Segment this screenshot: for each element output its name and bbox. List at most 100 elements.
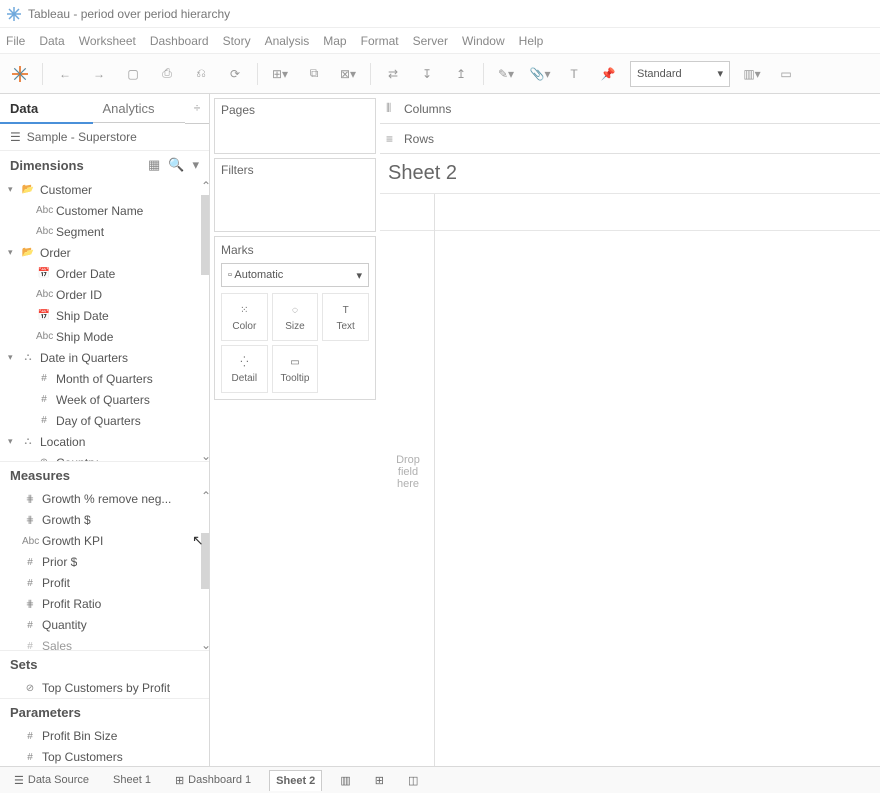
viz-canvas[interactable]: Drop field here bbox=[380, 193, 880, 766]
scroll-up-caret-measures[interactable]: ⌃ bbox=[201, 489, 209, 501]
marks-color-button[interactable]: ⁙Color bbox=[221, 293, 268, 341]
run-icon[interactable]: ⟳ bbox=[223, 62, 247, 86]
window-title: Tableau - period over period hierarchy bbox=[28, 7, 230, 21]
pages-shelf-label: Pages bbox=[221, 103, 369, 117]
menu-format[interactable]: Format bbox=[361, 34, 399, 48]
menu-server[interactable]: Server bbox=[413, 34, 448, 48]
tree-measure-profit[interactable]: #Profit bbox=[0, 573, 209, 594]
scrollbar-thumb[interactable] bbox=[201, 195, 209, 275]
marks-text-label: Text bbox=[336, 321, 354, 332]
tree-param-profit-bin-size[interactable]: #Profit Bin Size bbox=[0, 726, 209, 747]
rows-shelf[interactable]: ≡ Rows bbox=[380, 124, 880, 154]
sheet-tab-1[interactable]: Sheet 1 bbox=[107, 770, 157, 790]
scroll-down-caret[interactable]: ⌄ bbox=[201, 449, 209, 461]
scrollbar-thumb-measures[interactable] bbox=[201, 533, 209, 589]
undo-icon[interactable]: ← bbox=[53, 62, 77, 86]
color-icon: ⁙ bbox=[240, 303, 248, 319]
tree-measure-growth-pct[interactable]: ⋕Growth % remove neg... bbox=[0, 489, 209, 510]
marks-detail-button[interactable]: ⁛Detail bbox=[221, 345, 268, 393]
menu-help[interactable]: Help bbox=[519, 34, 544, 48]
menu-map[interactable]: Map bbox=[323, 34, 346, 48]
redo-icon[interactable]: → bbox=[87, 62, 111, 86]
sort-desc-icon[interactable]: ↥ bbox=[449, 62, 473, 86]
menu-data[interactable]: Data bbox=[39, 34, 64, 48]
clear-icon[interactable]: ⊠▾ bbox=[336, 62, 360, 86]
view-as-table-icon[interactable]: ▦ bbox=[148, 157, 160, 173]
menu-dashboard[interactable]: Dashboard bbox=[150, 34, 209, 48]
tree-field-day-of-quarters[interactable]: #Day of Quarters bbox=[0, 410, 209, 431]
marks-tooltip-button[interactable]: ▭Tooltip bbox=[272, 345, 319, 393]
new-worksheet-icon[interactable]: ⊞▾ bbox=[268, 62, 292, 86]
start-page-icon[interactable] bbox=[8, 62, 32, 86]
new-dashboard-button[interactable]: ⊞ bbox=[369, 770, 390, 791]
marks-tooltip-label: Tooltip bbox=[281, 373, 310, 384]
tree-measure-growth-kpi[interactable]: AbcGrowth KPI bbox=[0, 531, 209, 552]
save-icon[interactable]: ▢ bbox=[121, 62, 145, 86]
sort-asc-icon[interactable]: ↧ bbox=[415, 62, 439, 86]
menu-file[interactable]: File bbox=[6, 34, 25, 48]
tree-measure-growth-dollar[interactable]: ⋕Growth $ bbox=[0, 510, 209, 531]
highlight-icon[interactable]: ✎▾ bbox=[494, 62, 518, 86]
presentation-icon[interactable]: ▭ bbox=[774, 62, 798, 86]
columns-icon: ⦀ bbox=[386, 101, 404, 116]
context-menu-icon[interactable]: ▾ bbox=[192, 157, 199, 173]
fix-axis-icon[interactable]: 📌 bbox=[596, 62, 620, 86]
dimensions-header: Dimensions bbox=[10, 158, 84, 173]
tree-field-country[interactable]: ⊕Country bbox=[0, 452, 209, 461]
new-datasource-icon[interactable]: ⎙ bbox=[155, 62, 179, 86]
tree-measure-profit-ratio[interactable]: ⋕Profit Ratio bbox=[0, 594, 209, 615]
tree-measure-prior-dollar[interactable]: #Prior $ bbox=[0, 552, 209, 573]
show-me-icon[interactable]: ▥▾ bbox=[740, 62, 764, 86]
tree-hierarchy-location[interactable]: ▾⛬Location bbox=[0, 431, 209, 452]
duplicate-icon[interactable]: ⧉ bbox=[302, 62, 326, 86]
autoupdate-icon[interactable]: ⎌ bbox=[189, 62, 213, 86]
tree-param-top-customers[interactable]: #Top Customers bbox=[0, 747, 209, 766]
new-worksheet-button[interactable]: ▥ bbox=[334, 770, 356, 791]
tree-folder-order[interactable]: ▾📂Order bbox=[0, 242, 209, 263]
data-source-tab[interactable]: ☰ Data Source bbox=[8, 770, 95, 791]
sidebar-menu-icon[interactable]: ÷ bbox=[185, 94, 209, 124]
menu-worksheet[interactable]: Worksheet bbox=[79, 34, 136, 48]
columns-shelf-label: Columns bbox=[404, 102, 451, 116]
dashboard-tab-1-label: Dashboard 1 bbox=[188, 774, 251, 786]
sheet-title[interactable]: Sheet 2 bbox=[380, 154, 880, 193]
tree-field-month-of-quarters[interactable]: #Month of Quarters bbox=[0, 368, 209, 389]
labels-icon[interactable]: T bbox=[562, 62, 586, 86]
sets-header: Sets bbox=[10, 657, 37, 672]
marks-text-button[interactable]: TText bbox=[322, 293, 369, 341]
fit-selector[interactable]: Standard ▾ bbox=[630, 61, 730, 87]
tree-field-week-of-quarters[interactable]: #Week of Quarters bbox=[0, 389, 209, 410]
marks-size-button[interactable]: ◌Size bbox=[272, 293, 319, 341]
tree-field-order-id[interactable]: AbcOrder ID bbox=[0, 284, 209, 305]
pages-shelf[interactable]: Pages bbox=[214, 98, 376, 154]
menu-window[interactable]: Window bbox=[462, 34, 505, 48]
group-icon[interactable]: 📎▾ bbox=[528, 62, 552, 86]
tab-data[interactable]: Data bbox=[0, 95, 93, 124]
tree-field-order-date[interactable]: 📅Order Date bbox=[0, 263, 209, 284]
dashboard-tab-1[interactable]: ⊞ Dashboard 1 bbox=[169, 770, 257, 791]
mark-type-selector[interactable]: ▫ Automatic ▾ bbox=[221, 263, 369, 287]
datasource-row[interactable]: ☰ Sample - Superstore bbox=[0, 124, 209, 150]
sheet-tab-1-label: Sheet 1 bbox=[113, 774, 151, 786]
scroll-up-caret[interactable]: ⌃ bbox=[201, 179, 209, 191]
menu-story[interactable]: Story bbox=[223, 34, 251, 48]
tree-folder-customer[interactable]: ▾📂Customer bbox=[0, 179, 209, 200]
columns-shelf[interactable]: ⦀ Columns bbox=[380, 94, 880, 124]
new-story-button[interactable]: ◫ bbox=[402, 770, 424, 791]
tree-field-ship-date[interactable]: 📅Ship Date bbox=[0, 305, 209, 326]
tab-analytics[interactable]: Analytics bbox=[93, 95, 186, 123]
tree-hierarchy-date-in-quarters[interactable]: ▾⛬Date in Quarters bbox=[0, 347, 209, 368]
tree-field-customer-name[interactable]: AbcCustomer Name bbox=[0, 200, 209, 221]
swap-icon[interactable]: ⇄ bbox=[381, 62, 405, 86]
filters-shelf[interactable]: Filters bbox=[214, 158, 376, 232]
tree-measure-sales[interactable]: #Sales bbox=[0, 636, 209, 650]
tree-field-ship-mode[interactable]: AbcShip Mode bbox=[0, 326, 209, 347]
chevron-down-icon: ▾ bbox=[717, 67, 723, 80]
tree-measure-quantity[interactable]: #Quantity bbox=[0, 615, 209, 636]
tree-set-top-customers[interactable]: ⊘Top Customers by Profit bbox=[0, 678, 209, 698]
search-icon[interactable]: 🔍 bbox=[168, 157, 184, 173]
sets-tree: ⊘Top Customers by Profit bbox=[0, 678, 209, 698]
menu-analysis[interactable]: Analysis bbox=[265, 34, 310, 48]
tree-field-segment[interactable]: AbcSegment bbox=[0, 221, 209, 242]
sheet-tab-2[interactable]: Sheet 2 bbox=[269, 770, 322, 791]
